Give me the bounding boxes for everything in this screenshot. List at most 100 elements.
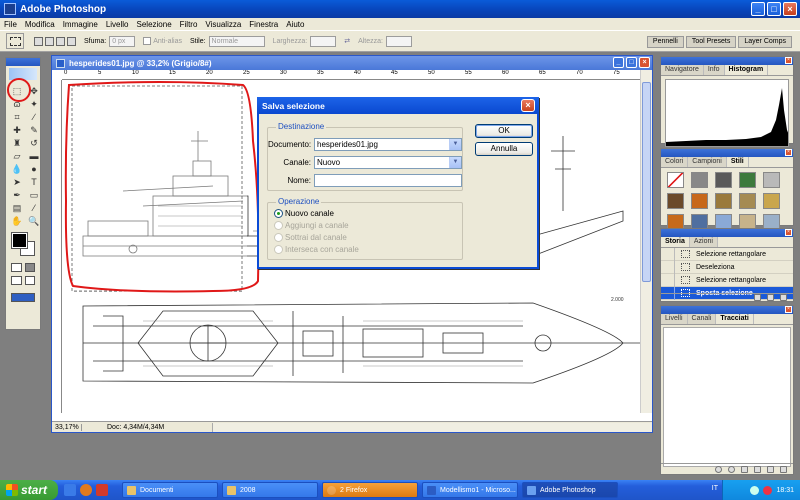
brush-tool-icon[interactable]: ✎	[27, 125, 41, 136]
tab-styles[interactable]: Stili	[726, 157, 749, 167]
height-field[interactable]	[385, 35, 412, 47]
paths-list[interactable]	[663, 327, 791, 467]
tab-channels[interactable]: Canali	[687, 314, 717, 324]
task-2008[interactable]: 2008	[222, 482, 318, 498]
doc-close-button[interactable]: ×	[639, 57, 650, 68]
tab-info[interactable]: Info	[703, 65, 725, 75]
style-swatch[interactable]	[763, 193, 780, 209]
blur-tool-icon[interactable]: 💧	[10, 164, 24, 175]
well-layer-comps[interactable]: Layer Comps	[738, 36, 792, 48]
style-swatch[interactable]	[691, 193, 708, 209]
zoom-level[interactable]: 33,17%	[52, 423, 82, 431]
radio-new-channel[interactable]: Nuovo canale	[274, 209, 334, 218]
security-icon[interactable]	[763, 485, 773, 495]
name-field[interactable]	[314, 174, 462, 187]
horizontal-scrollbar[interactable]	[212, 422, 652, 432]
menu-filtro[interactable]: Filtro	[180, 20, 198, 29]
history-item[interactable]: Deseleziona	[661, 260, 793, 274]
doc-maximize-button[interactable]: □	[626, 57, 637, 68]
style-swatch[interactable]	[715, 172, 732, 188]
minimize-button[interactable]: _	[751, 2, 765, 16]
ie-icon[interactable]	[64, 484, 76, 496]
make-path-icon[interactable]	[754, 465, 761, 473]
style-swatch[interactable]	[739, 193, 756, 209]
network-icon[interactable]	[750, 485, 760, 495]
jump-to-imageready-icon[interactable]	[11, 293, 35, 302]
start-button[interactable]: start	[0, 480, 58, 500]
menu-livello[interactable]: Livello	[106, 20, 129, 29]
style-swatch[interactable]	[739, 172, 756, 188]
style-swatch[interactable]	[691, 172, 708, 188]
tab-history[interactable]: Storia	[661, 237, 690, 247]
hand-tool-icon[interactable]: ✋	[10, 216, 24, 227]
screen-mode-full-icon[interactable]	[24, 276, 35, 285]
menu-file[interactable]: File	[4, 20, 17, 29]
task-firefox[interactable]: 2 Firefox	[322, 482, 418, 498]
swap-icon[interactable]: ⇄	[344, 37, 350, 45]
healing-brush-icon[interactable]: ✚	[10, 125, 24, 136]
task-word[interactable]: Modellismo1 - Microso...	[422, 482, 518, 498]
feather-field[interactable]: 0 px	[109, 35, 136, 47]
magic-wand-icon[interactable]: ✦	[27, 99, 41, 110]
ok-button[interactable]: OK	[475, 124, 533, 138]
menu-finestra[interactable]: Finestra	[249, 20, 278, 29]
tool-preset-picker[interactable]	[6, 33, 24, 49]
menu-aiuto[interactable]: Aiuto	[286, 20, 304, 29]
history-brush-icon[interactable]: ↺	[27, 138, 41, 149]
tab-navigator[interactable]: Navigatore	[661, 65, 704, 75]
shape-tool-icon[interactable]: ▭	[27, 190, 41, 201]
radio-add-to-channel[interactable]: Aggiungi a canale	[274, 221, 349, 230]
panel-close-icon[interactable]: ×	[785, 229, 792, 236]
dialog-close-button[interactable]: ×	[521, 99, 535, 112]
new-selection-icon[interactable]	[34, 36, 43, 46]
pen-tool-icon[interactable]: ✒	[10, 190, 24, 201]
tab-swatches[interactable]: Campioni	[688, 157, 727, 167]
intersect-selection-icon[interactable]	[67, 36, 76, 46]
style-select[interactable]: Normale	[208, 35, 265, 47]
app-icon[interactable]	[96, 484, 108, 496]
standard-mode-icon[interactable]	[11, 263, 22, 272]
load-selection-icon[interactable]	[741, 465, 748, 473]
foreground-color-swatch[interactable]	[11, 232, 28, 249]
panel-close-icon[interactable]: ×	[785, 306, 792, 313]
cancel-button[interactable]: Annulla	[475, 142, 533, 156]
tab-paths[interactable]: Tracciati	[716, 314, 754, 324]
radio-intersect-channel[interactable]: Interseca con canale	[274, 245, 359, 254]
firefox-icon[interactable]	[80, 484, 92, 496]
subtract-selection-icon[interactable]	[56, 36, 65, 46]
menu-selezione[interactable]: Selezione	[137, 20, 172, 29]
type-tool-icon[interactable]: T	[27, 177, 41, 188]
antialias-checkbox[interactable]	[143, 37, 152, 45]
channel-select[interactable]: Nuovo ▼	[314, 156, 462, 169]
delete-path-icon[interactable]	[780, 465, 787, 473]
slice-tool-icon[interactable]: ∕	[27, 112, 41, 123]
dodge-tool-icon[interactable]: ●	[27, 164, 41, 175]
path-select-icon[interactable]: ➤	[10, 177, 24, 188]
eraser-tool-icon[interactable]: ▱	[10, 151, 24, 162]
task-photoshop[interactable]: Adobe Photoshop	[522, 482, 618, 498]
notes-tool-icon[interactable]: ▤	[10, 203, 24, 214]
tab-histogram[interactable]: Histogram	[724, 65, 769, 75]
eyedropper-icon[interactable]: ⁄	[27, 203, 41, 214]
stroke-path-icon[interactable]	[728, 465, 735, 473]
gradient-tool-icon[interactable]: ▬	[27, 151, 41, 162]
tab-colors[interactable]: Colori	[661, 157, 689, 167]
style-swatch[interactable]	[763, 172, 780, 188]
well-brushes[interactable]: Pennelli	[646, 36, 684, 48]
language-indicator[interactable]: IT	[712, 485, 718, 492]
vertical-scrollbar[interactable]	[640, 70, 652, 413]
doc-minimize-button[interactable]: _	[613, 57, 624, 68]
document-select[interactable]: hesperides01.jpg ▼	[314, 138, 462, 151]
new-doc-icon[interactable]	[754, 294, 761, 301]
menu-modifica[interactable]: Modifica	[25, 20, 55, 29]
panel-close-icon[interactable]: ×	[785, 57, 792, 64]
snapshot-icon[interactable]	[767, 294, 774, 301]
add-selection-icon[interactable]	[45, 36, 54, 46]
style-swatch[interactable]	[667, 172, 684, 188]
history-item[interactable]: Selezione rettangolare	[661, 247, 793, 261]
scroll-thumb[interactable]	[642, 82, 651, 282]
zoom-tool-icon[interactable]: 🔍	[27, 216, 41, 227]
trash-icon[interactable]	[780, 294, 787, 301]
task-documenti[interactable]: Documenti	[122, 482, 218, 498]
style-swatch[interactable]	[715, 193, 732, 209]
